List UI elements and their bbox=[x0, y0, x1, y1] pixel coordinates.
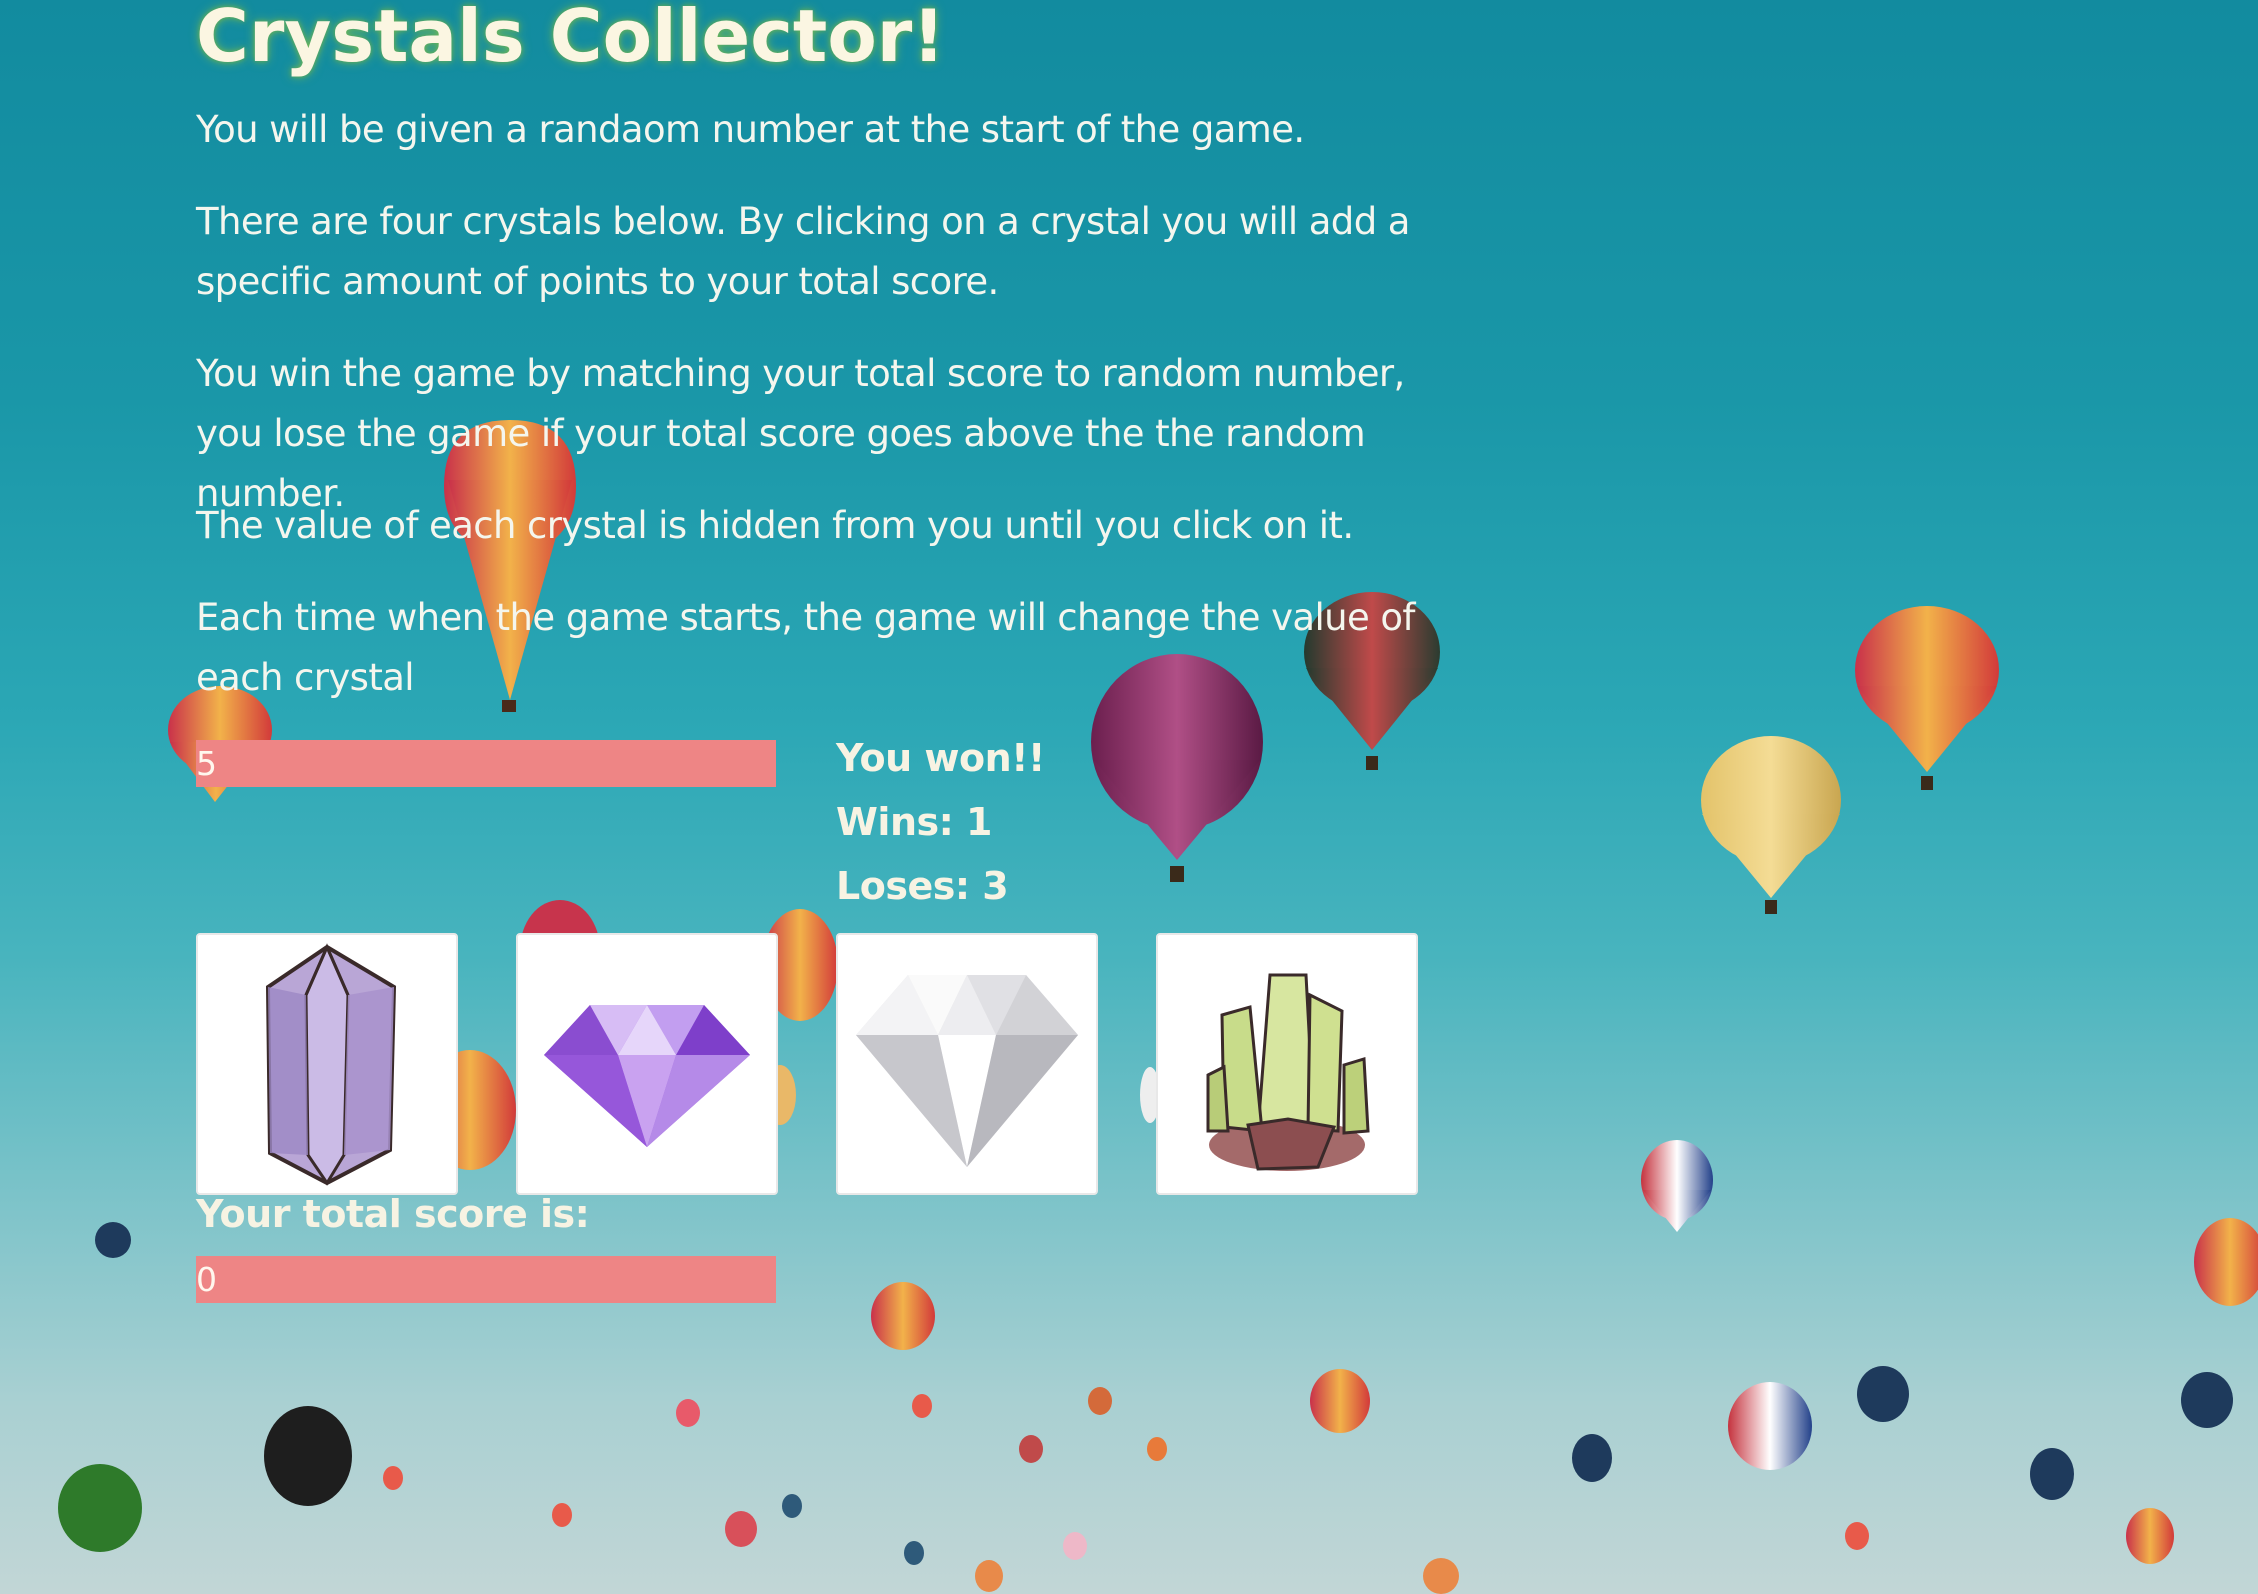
random-number-display: 5 bbox=[196, 740, 776, 787]
crystal-button-3[interactable] bbox=[836, 933, 1098, 1195]
loses-counter: Loses: 3 bbox=[836, 864, 1009, 908]
green-crystal-cluster-icon bbox=[1206, 973, 1370, 1171]
page-title: Crystals Collector! bbox=[196, 0, 946, 78]
wins-counter: Wins: 1 bbox=[836, 800, 992, 844]
total-score-label: Your total score is: bbox=[196, 1192, 590, 1236]
instruction-text: The value of each crystal is hidden from… bbox=[196, 504, 1354, 547]
purple-prism-crystal-icon bbox=[265, 943, 397, 1186]
instruction-text: Each time when the game starts, the game… bbox=[196, 596, 1415, 699]
white-diamond-icon bbox=[856, 975, 1078, 1167]
total-score-display: 0 bbox=[196, 1256, 776, 1303]
crystal-button-4[interactable] bbox=[1156, 933, 1418, 1195]
game-result-message: You won!! bbox=[836, 736, 1045, 780]
crystal-button-1[interactable] bbox=[196, 933, 458, 1195]
crystal-button-2[interactable] bbox=[516, 933, 778, 1195]
violet-diamond-icon bbox=[544, 1005, 750, 1147]
instruction-text: You will be given a randaom number at th… bbox=[196, 108, 1305, 151]
instruction-text: There are four crystals below. By clicki… bbox=[196, 200, 1410, 303]
